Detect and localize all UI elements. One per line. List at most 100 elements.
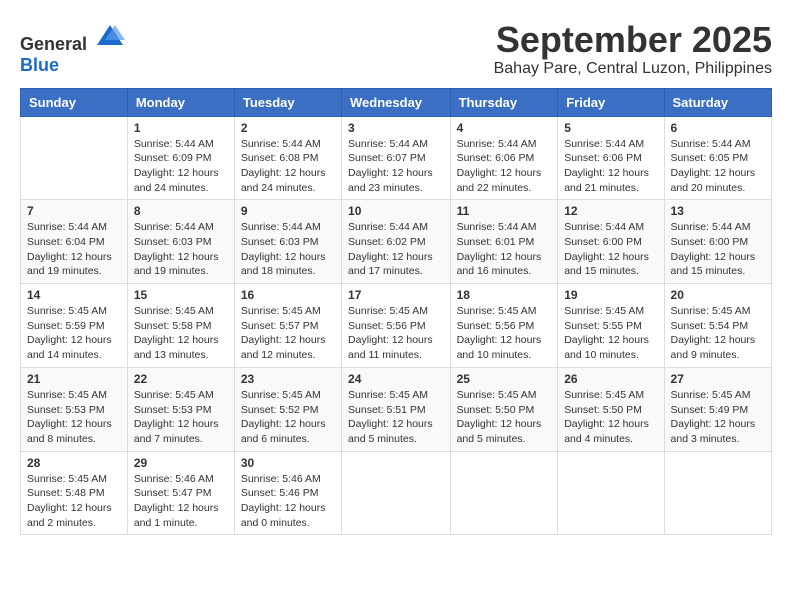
day-number: 15 <box>134 288 228 302</box>
day-info: Sunrise: 5:45 AM Sunset: 5:49 PM Dayligh… <box>671 388 765 447</box>
calendar-week-row: 1 Sunrise: 5:44 AM Sunset: 6:09 PM Dayli… <box>21 116 772 200</box>
day-info: Sunrise: 5:44 AM Sunset: 6:03 PM Dayligh… <box>241 220 335 279</box>
day-number: 1 <box>134 121 228 135</box>
day-info: Sunrise: 5:45 AM Sunset: 5:54 PM Dayligh… <box>671 304 765 363</box>
logo-blue: Blue <box>20 55 59 75</box>
calendar-cell: 2 Sunrise: 5:44 AM Sunset: 6:08 PM Dayli… <box>234 116 341 200</box>
calendar-cell: 30 Sunrise: 5:46 AM Sunset: 5:46 PM Dayl… <box>234 451 341 535</box>
calendar-cell: 11 Sunrise: 5:44 AM Sunset: 6:01 PM Dayl… <box>450 200 558 284</box>
day-info: Sunrise: 5:44 AM Sunset: 6:09 PM Dayligh… <box>134 137 228 196</box>
calendar-cell: 24 Sunrise: 5:45 AM Sunset: 5:51 PM Dayl… <box>342 367 451 451</box>
day-info: Sunrise: 5:44 AM Sunset: 6:08 PM Dayligh… <box>241 137 335 196</box>
calendar-table: Sunday Monday Tuesday Wednesday Thursday… <box>20 88 772 536</box>
day-number: 27 <box>671 372 765 386</box>
page-header: General Blue September 2025 Bahay Pare, … <box>20 20 772 78</box>
header-sunday: Sunday <box>21 88 128 116</box>
day-number: 23 <box>241 372 335 386</box>
location-title: Bahay Pare, Central Luzon, Philippines <box>494 60 772 78</box>
day-info: Sunrise: 5:44 AM Sunset: 6:00 PM Dayligh… <box>564 220 657 279</box>
day-number: 14 <box>27 288 121 302</box>
day-number: 12 <box>564 204 657 218</box>
calendar-cell: 21 Sunrise: 5:45 AM Sunset: 5:53 PM Dayl… <box>21 367 128 451</box>
day-number: 8 <box>134 204 228 218</box>
day-number: 6 <box>671 121 765 135</box>
calendar-cell <box>342 451 451 535</box>
day-number: 10 <box>348 204 444 218</box>
day-number: 17 <box>348 288 444 302</box>
day-info: Sunrise: 5:44 AM Sunset: 6:00 PM Dayligh… <box>671 220 765 279</box>
calendar-cell: 15 Sunrise: 5:45 AM Sunset: 5:58 PM Dayl… <box>127 284 234 368</box>
day-number: 7 <box>27 204 121 218</box>
header-friday: Friday <box>558 88 664 116</box>
header-monday: Monday <box>127 88 234 116</box>
calendar-cell <box>450 451 558 535</box>
calendar-cell: 13 Sunrise: 5:44 AM Sunset: 6:00 PM Dayl… <box>664 200 771 284</box>
calendar-cell: 27 Sunrise: 5:45 AM Sunset: 5:49 PM Dayl… <box>664 367 771 451</box>
calendar-week-row: 21 Sunrise: 5:45 AM Sunset: 5:53 PM Dayl… <box>21 367 772 451</box>
calendar-cell: 25 Sunrise: 5:45 AM Sunset: 5:50 PM Dayl… <box>450 367 558 451</box>
day-number: 19 <box>564 288 657 302</box>
day-number: 9 <box>241 204 335 218</box>
day-info: Sunrise: 5:45 AM Sunset: 5:59 PM Dayligh… <box>27 304 121 363</box>
day-number: 30 <box>241 456 335 470</box>
calendar-cell: 10 Sunrise: 5:44 AM Sunset: 6:02 PM Dayl… <box>342 200 451 284</box>
header-saturday: Saturday <box>664 88 771 116</box>
calendar-cell: 20 Sunrise: 5:45 AM Sunset: 5:54 PM Dayl… <box>664 284 771 368</box>
calendar-cell: 8 Sunrise: 5:44 AM Sunset: 6:03 PM Dayli… <box>127 200 234 284</box>
calendar-cell: 12 Sunrise: 5:44 AM Sunset: 6:00 PM Dayl… <box>558 200 664 284</box>
calendar-cell: 3 Sunrise: 5:44 AM Sunset: 6:07 PM Dayli… <box>342 116 451 200</box>
calendar-cell: 6 Sunrise: 5:44 AM Sunset: 6:05 PM Dayli… <box>664 116 771 200</box>
calendar-cell: 14 Sunrise: 5:45 AM Sunset: 5:59 PM Dayl… <box>21 284 128 368</box>
logo-icon <box>95 20 125 50</box>
calendar-cell: 1 Sunrise: 5:44 AM Sunset: 6:09 PM Dayli… <box>127 116 234 200</box>
day-info: Sunrise: 5:45 AM Sunset: 5:50 PM Dayligh… <box>457 388 552 447</box>
day-number: 21 <box>27 372 121 386</box>
day-info: Sunrise: 5:45 AM Sunset: 5:52 PM Dayligh… <box>241 388 335 447</box>
day-info: Sunrise: 5:45 AM Sunset: 5:53 PM Dayligh… <box>134 388 228 447</box>
calendar-cell: 29 Sunrise: 5:46 AM Sunset: 5:47 PM Dayl… <box>127 451 234 535</box>
calendar-cell: 4 Sunrise: 5:44 AM Sunset: 6:06 PM Dayli… <box>450 116 558 200</box>
calendar-cell: 22 Sunrise: 5:45 AM Sunset: 5:53 PM Dayl… <box>127 367 234 451</box>
calendar-week-row: 28 Sunrise: 5:45 AM Sunset: 5:48 PM Dayl… <box>21 451 772 535</box>
calendar-header-row: Sunday Monday Tuesday Wednesday Thursday… <box>21 88 772 116</box>
day-info: Sunrise: 5:45 AM Sunset: 5:48 PM Dayligh… <box>27 472 121 531</box>
day-info: Sunrise: 5:46 AM Sunset: 5:46 PM Dayligh… <box>241 472 335 531</box>
day-info: Sunrise: 5:44 AM Sunset: 6:03 PM Dayligh… <box>134 220 228 279</box>
calendar-week-row: 7 Sunrise: 5:44 AM Sunset: 6:04 PM Dayli… <box>21 200 772 284</box>
header-thursday: Thursday <box>450 88 558 116</box>
day-info: Sunrise: 5:45 AM Sunset: 5:58 PM Dayligh… <box>134 304 228 363</box>
day-number: 11 <box>457 204 552 218</box>
calendar-cell: 26 Sunrise: 5:45 AM Sunset: 5:50 PM Dayl… <box>558 367 664 451</box>
day-info: Sunrise: 5:45 AM Sunset: 5:56 PM Dayligh… <box>348 304 444 363</box>
day-info: Sunrise: 5:44 AM Sunset: 6:06 PM Dayligh… <box>457 137 552 196</box>
calendar-cell: 7 Sunrise: 5:44 AM Sunset: 6:04 PM Dayli… <box>21 200 128 284</box>
day-info: Sunrise: 5:45 AM Sunset: 5:50 PM Dayligh… <box>564 388 657 447</box>
day-number: 24 <box>348 372 444 386</box>
day-info: Sunrise: 5:45 AM Sunset: 5:56 PM Dayligh… <box>457 304 552 363</box>
calendar-cell <box>558 451 664 535</box>
day-number: 29 <box>134 456 228 470</box>
day-info: Sunrise: 5:46 AM Sunset: 5:47 PM Dayligh… <box>134 472 228 531</box>
day-number: 20 <box>671 288 765 302</box>
day-info: Sunrise: 5:44 AM Sunset: 6:02 PM Dayligh… <box>348 220 444 279</box>
month-title: September 2025 <box>494 20 772 60</box>
day-number: 16 <box>241 288 335 302</box>
day-info: Sunrise: 5:44 AM Sunset: 6:06 PM Dayligh… <box>564 137 657 196</box>
day-info: Sunrise: 5:44 AM Sunset: 6:04 PM Dayligh… <box>27 220 121 279</box>
calendar-cell: 18 Sunrise: 5:45 AM Sunset: 5:56 PM Dayl… <box>450 284 558 368</box>
calendar-cell: 16 Sunrise: 5:45 AM Sunset: 5:57 PM Dayl… <box>234 284 341 368</box>
logo-text: General Blue <box>20 20 125 76</box>
day-number: 18 <box>457 288 552 302</box>
logo-general: General <box>20 34 87 54</box>
calendar-week-row: 14 Sunrise: 5:45 AM Sunset: 5:59 PM Dayl… <box>21 284 772 368</box>
day-info: Sunrise: 5:44 AM Sunset: 6:07 PM Dayligh… <box>348 137 444 196</box>
day-number: 25 <box>457 372 552 386</box>
title-section: September 2025 Bahay Pare, Central Luzon… <box>494 20 772 78</box>
header-wednesday: Wednesday <box>342 88 451 116</box>
calendar-cell: 23 Sunrise: 5:45 AM Sunset: 5:52 PM Dayl… <box>234 367 341 451</box>
day-info: Sunrise: 5:45 AM Sunset: 5:51 PM Dayligh… <box>348 388 444 447</box>
day-number: 13 <box>671 204 765 218</box>
calendar-cell: 28 Sunrise: 5:45 AM Sunset: 5:48 PM Dayl… <box>21 451 128 535</box>
day-number: 3 <box>348 121 444 135</box>
day-info: Sunrise: 5:44 AM Sunset: 6:01 PM Dayligh… <box>457 220 552 279</box>
